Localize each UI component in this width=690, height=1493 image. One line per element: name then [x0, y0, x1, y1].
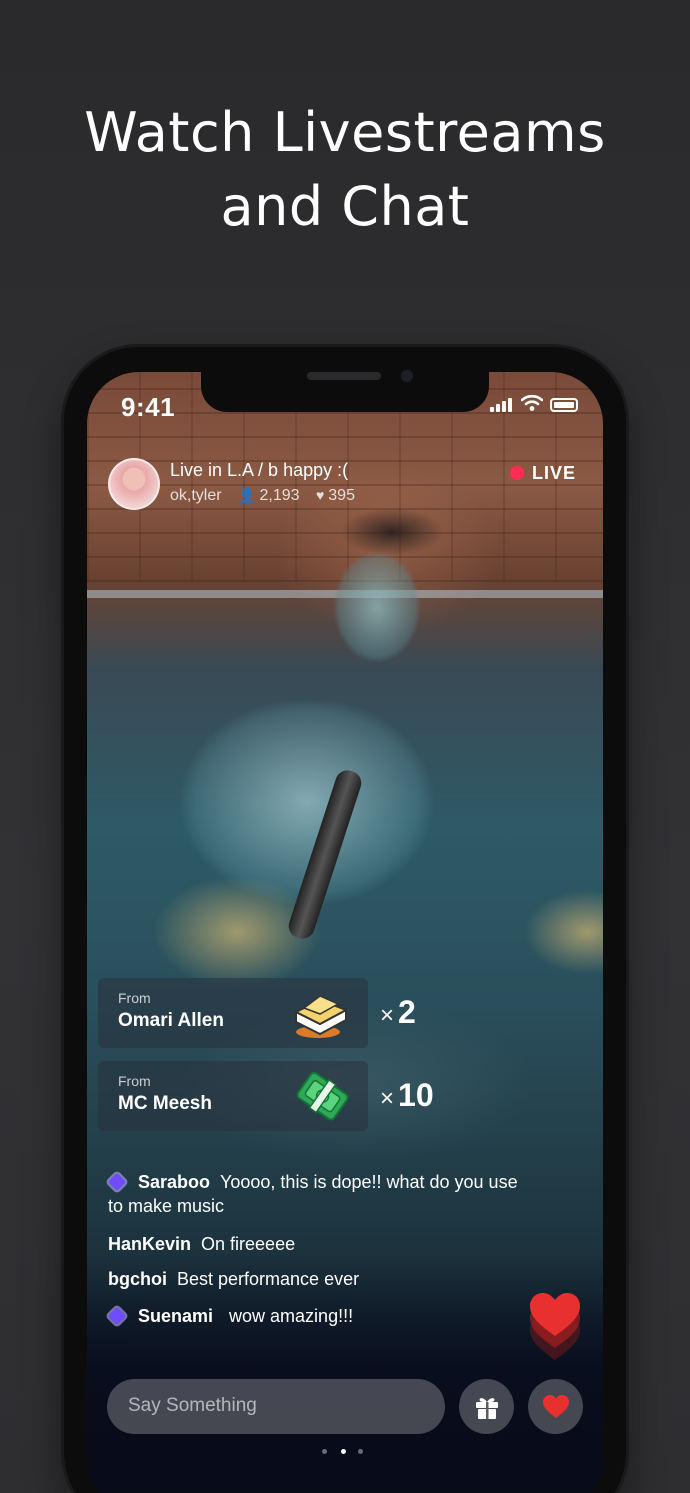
gift-notification: From MC Meesh — [98, 1061, 368, 1131]
gift-icon — [475, 1397, 498, 1419]
chat-username[interactable]: bgchoi — [108, 1269, 167, 1289]
noodle-box-icon — [293, 995, 349, 1038]
headline: Watch Livestreams and Chat — [0, 96, 690, 244]
multiplier-sign: × — [380, 1085, 395, 1112]
status-icons — [490, 394, 580, 416]
gift-count: × 10 — [380, 1077, 434, 1114]
front-camera — [401, 370, 413, 382]
chat-username[interactable]: HanKevin — [108, 1234, 191, 1254]
chat-message: bgchoi Best performance ever — [108, 1267, 528, 1291]
chat-message: Saraboo Yoooo, this is dope!! what do you… — [107, 1170, 528, 1218]
gift-sender-name: MC Meesh — [118, 1093, 212, 1114]
gift-from-label: From — [118, 1073, 151, 1089]
like-button[interactable] — [528, 1379, 583, 1434]
page-dot-active[interactable] — [341, 1449, 346, 1454]
gift-count: × 2 — [380, 994, 416, 1031]
status-time: 9:41 — [121, 392, 176, 422]
signal-icon — [490, 396, 514, 412]
viewers-icon: 👤 — [238, 487, 256, 503]
stream-title: Live in L.A / b happy :( — [170, 460, 349, 480]
chat-username[interactable]: Saraboo — [138, 1172, 210, 1192]
earpiece — [307, 372, 381, 380]
viewer-count: 2,193 — [259, 487, 300, 504]
like-count: 395 — [328, 487, 355, 504]
gift-notification: From Omari Allen — [98, 978, 368, 1048]
chat-text: Best performance ever — [177, 1269, 360, 1289]
live-dot-icon — [510, 466, 524, 480]
headline-line-2: and Chat — [220, 175, 470, 238]
gift-from-label: From — [118, 990, 151, 1006]
performer-head — [317, 532, 437, 682]
chat-text: wow amazing!!! — [229, 1306, 354, 1326]
floating-heart-icon — [530, 1293, 580, 1360]
chat-text: On fireeeee — [201, 1234, 296, 1254]
money-stack-icon — [296, 1071, 349, 1121]
page-indicator — [322, 1449, 366, 1457]
chat-username[interactable]: Suenami — [138, 1306, 213, 1326]
verified-diamond-icon — [107, 1172, 127, 1192]
host-name[interactable]: ok,tyler — [170, 487, 222, 504]
host-info[interactable]: Live in L.A / b happy :( ok,tyler 👤 2,193… — [108, 458, 508, 512]
live-badge: LIVE — [510, 462, 576, 484]
chat-input[interactable]: Say Something — [107, 1379, 445, 1434]
gift-count-value: 2 — [398, 994, 416, 1030]
live-label: LIVE — [532, 462, 577, 483]
host-avatar[interactable] — [108, 458, 160, 510]
stream-meta: ok,tyler 👤 2,193 ♥ 395 — [170, 487, 355, 505]
gift-count-value: 10 — [398, 1077, 434, 1113]
verified-diamond-icon — [107, 1306, 127, 1326]
likes-heart-icon: ♥ — [315, 487, 325, 503]
gift-sender-name: Omari Allen — [118, 1010, 224, 1031]
heart-icon — [542, 1394, 569, 1418]
send-gift-button[interactable] — [459, 1379, 514, 1434]
battery-icon — [550, 398, 578, 412]
multiplier-sign: × — [380, 1002, 395, 1029]
chat-message: HanKevin On fireeeee — [108, 1232, 528, 1256]
page-dot[interactable] — [322, 1449, 327, 1454]
headline-line-1: Watch Livestreams — [84, 101, 606, 164]
wifi-icon — [521, 394, 543, 411]
chat-message: Suenami wow amazing!!! — [107, 1304, 528, 1328]
page-dot[interactable] — [358, 1449, 363, 1454]
